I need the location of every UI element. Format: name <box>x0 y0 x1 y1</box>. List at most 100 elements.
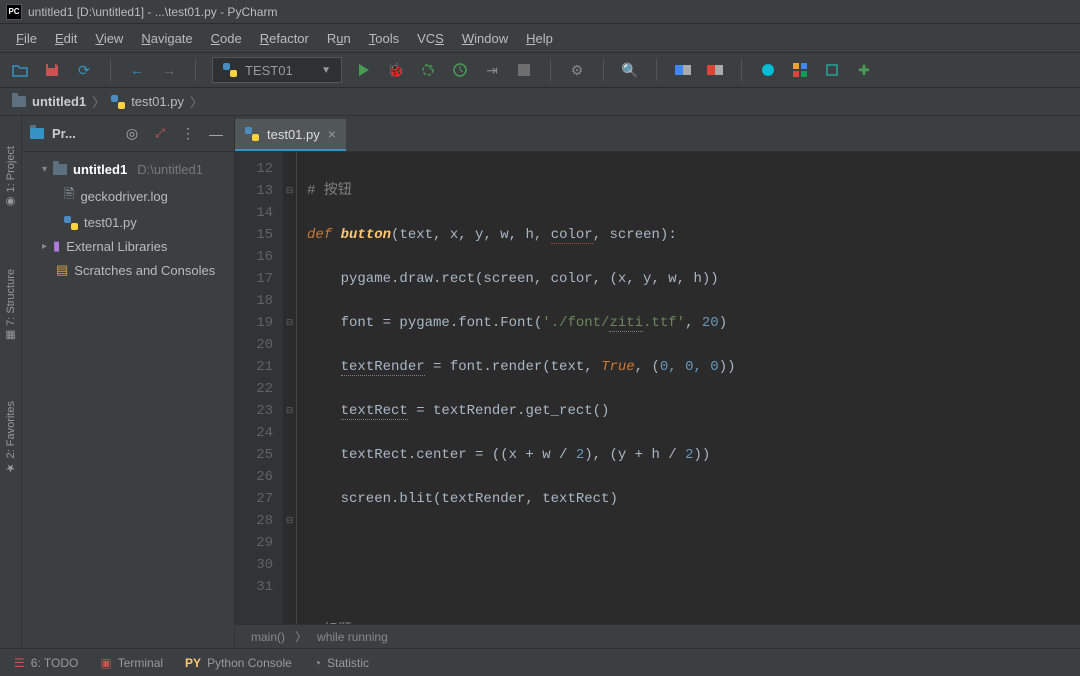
run-config-selector[interactable]: TEST01 ▼ <box>212 57 342 83</box>
python-icon <box>64 216 78 230</box>
save-icon[interactable] <box>42 60 62 80</box>
folder-icon <box>53 164 67 175</box>
editor-breadcrumbs: main() 〉 while running <box>235 624 1080 648</box>
menu-edit[interactable]: Edit <box>47 27 85 50</box>
pane-title: Pr... <box>52 126 114 141</box>
tree-label: Scratches and Consoles <box>74 263 215 278</box>
folder-icon <box>30 128 44 139</box>
project-pane-header: Pr... ◎ ⤢ ⋮ — <box>22 116 234 152</box>
close-icon[interactable]: × <box>328 126 336 142</box>
library-icon: ▮ <box>53 238 60 254</box>
crumb-main[interactable]: main() <box>251 630 285 644</box>
scratch-icon: ▤ <box>56 262 68 278</box>
attach-icon[interactable]: ⇥ <box>482 60 502 80</box>
menu-window[interactable]: Window <box>454 27 516 50</box>
menu-view[interactable]: View <box>87 27 131 50</box>
code-content[interactable]: # 按钮 def button(text, x, y, w, h, color,… <box>297 152 1080 624</box>
rail-project[interactable]: ◉ 1: Project <box>4 146 17 209</box>
tree-file-label: test01.py <box>84 215 137 230</box>
settings-icon[interactable]: ⚙ <box>567 60 587 80</box>
tree-root[interactable]: ▾ untitled1 D:\untitled1 <box>22 158 234 181</box>
redo-icon[interactable]: → <box>159 60 179 80</box>
grid-icon[interactable] <box>790 60 810 80</box>
pycharm-logo-icon: PC <box>6 4 22 20</box>
chevron-right-icon: 〉 <box>92 92 105 111</box>
target-icon[interactable]: ◎ <box>122 124 142 144</box>
separator <box>741 59 742 81</box>
stop-icon[interactable] <box>514 60 534 80</box>
menu-run[interactable]: Run <box>319 27 359 50</box>
breadcrumb-root[interactable]: untitled1 <box>32 94 86 109</box>
python-console-icon: PY <box>185 656 201 670</box>
rail-structure[interactable]: ▦ 7: Structure <box>4 269 17 342</box>
menu-navigate[interactable]: Navigate <box>133 27 200 50</box>
debug-icon[interactable]: 🐞 <box>386 60 406 80</box>
minimize-icon[interactable]: — <box>206 124 226 144</box>
code-editor[interactable]: 1213141516171819202122232425262728293031… <box>235 152 1080 624</box>
separator <box>550 59 551 81</box>
tree-label: External Libraries <box>66 239 167 254</box>
tab-label: test01.py <box>267 127 320 142</box>
title-bar: PC untitled1 [D:\untitled1] - ...\test01… <box>0 0 1080 24</box>
folder-icon <box>12 96 26 107</box>
file-text-icon: 🖹 <box>64 185 74 207</box>
run-config-label: TEST01 <box>245 63 293 78</box>
fold-column: ⊟⊟⊟⊟ <box>283 152 297 624</box>
crumb-while[interactable]: while running <box>317 630 388 644</box>
window-title: untitled1 [D:\untitled1] - ...\test01.py… <box>28 5 277 19</box>
python-icon <box>223 63 237 77</box>
todo-icon: ☰ <box>14 656 25 670</box>
tab-test01[interactable]: test01.py × <box>235 119 346 151</box>
menu-tools[interactable]: Tools <box>361 27 407 50</box>
tree-external-libs[interactable]: ▸ ▮ External Libraries <box>22 234 234 258</box>
bottom-tool-bar: ☰6: TODO ▣Terminal PYPython Console ◔Sta… <box>0 648 1080 676</box>
profile-icon[interactable] <box>450 60 470 80</box>
separator <box>603 59 604 81</box>
run-icon[interactable] <box>354 60 374 80</box>
tree-file-log[interactable]: 🖹 geckodriver.log <box>22 181 234 211</box>
translate2-icon[interactable] <box>705 60 725 80</box>
chevron-right-icon: 〉 <box>295 628 307 645</box>
translate-icon[interactable] <box>673 60 693 80</box>
search-icon[interactable]: 🔍 <box>620 60 640 80</box>
expand-icon: ▾ <box>42 164 47 175</box>
undo-icon[interactable]: ← <box>127 60 147 80</box>
puzzle-icon[interactable]: ✚ <box>854 60 874 80</box>
status-terminal[interactable]: ▣Terminal <box>100 656 163 670</box>
terminal-icon: ▣ <box>100 656 111 670</box>
menu-file[interactable]: File <box>8 27 45 50</box>
main-toolbar: ⟳ ← → TEST01 ▼ 🐞 ⇥ ⚙ 🔍 ✚ <box>0 52 1080 88</box>
open-icon[interactable] <box>10 60 30 80</box>
status-statistic[interactable]: ◔Statistic <box>314 656 369 670</box>
nav-breadcrumb: untitled1 〉 test01.py 〉 <box>0 88 1080 116</box>
material-icon[interactable] <box>758 60 778 80</box>
db-icon[interactable] <box>822 60 842 80</box>
status-todo[interactable]: ☰6: TODO <box>14 656 78 670</box>
editor-area: test01.py × 1213141516171819202122232425… <box>235 116 1080 648</box>
tree-file-py[interactable]: test01.py <box>22 211 234 234</box>
chart-icon: ◔ <box>314 656 321 670</box>
expand-icon: ▸ <box>42 241 47 252</box>
collapse-icon[interactable]: ⤢ <box>150 124 170 144</box>
coverage-icon[interactable] <box>418 60 438 80</box>
project-tool-window: Pr... ◎ ⤢ ⋮ — ▾ untitled1 D:\untitled1 🖹… <box>22 116 235 648</box>
python-icon <box>111 95 125 109</box>
menu-refactor[interactable]: Refactor <box>252 27 317 50</box>
status-python-console[interactable]: PYPython Console <box>185 656 292 670</box>
editor-tabs: test01.py × <box>235 116 1080 152</box>
breadcrumb-file[interactable]: test01.py <box>131 94 184 109</box>
separator <box>110 59 111 81</box>
separator <box>195 59 196 81</box>
left-tool-strip: ◉ 1: Project ▦ 7: Structure ★ 2: Favorit… <box>0 116 22 648</box>
project-tree: ▾ untitled1 D:\untitled1 🖹 geckodriver.l… <box>22 152 234 288</box>
more-icon[interactable]: ⋮ <box>178 124 198 144</box>
menu-help[interactable]: Help <box>518 27 561 50</box>
python-icon <box>245 127 259 141</box>
menu-bar: File Edit View Navigate Code Refactor Ru… <box>0 24 1080 52</box>
menu-vcs[interactable]: VCS <box>409 27 452 50</box>
tree-root-path: D:\untitled1 <box>137 162 203 177</box>
rail-favorites[interactable]: ★ 2: Favorites <box>4 401 17 475</box>
sync-icon[interactable]: ⟳ <box>74 60 94 80</box>
tree-scratches[interactable]: ▤ Scratches and Consoles <box>22 258 234 282</box>
menu-code[interactable]: Code <box>203 27 250 50</box>
